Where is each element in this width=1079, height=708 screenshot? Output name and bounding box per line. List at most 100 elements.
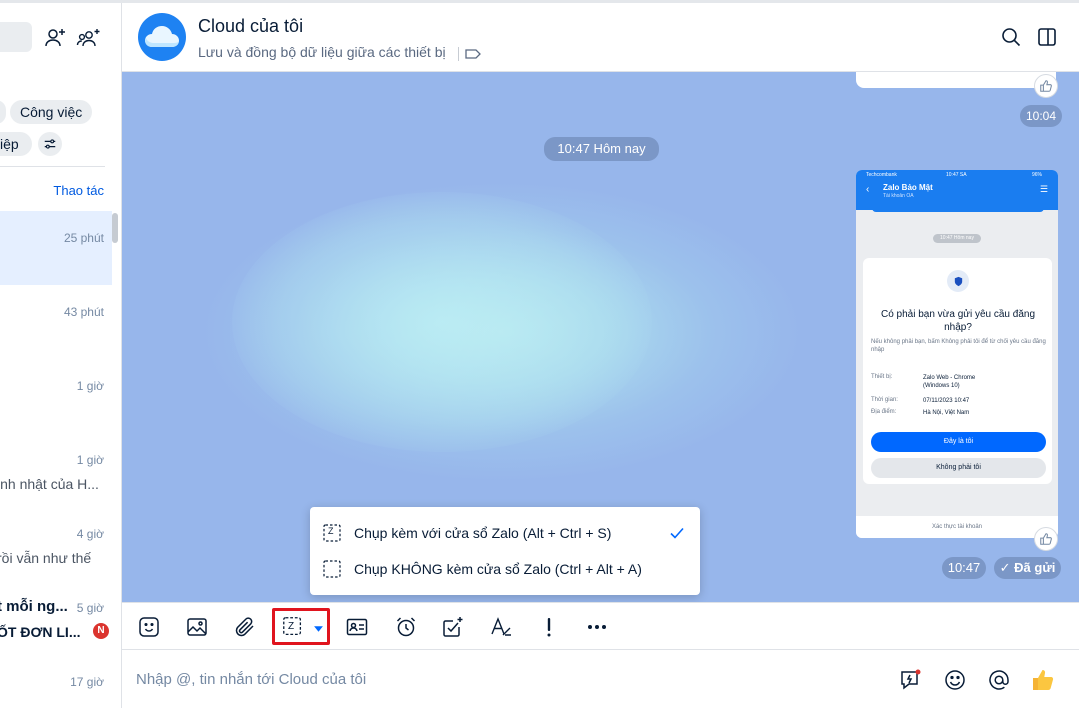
- conversation-time: 4 giờ: [76, 527, 104, 541]
- menu-item-capture-without-window[interactable]: Chụp KHÔNG kèm cửa sổ Zalo (Ctrl + Alt +…: [310, 551, 700, 587]
- screenshot-button-highlighted[interactable]: Z: [272, 608, 330, 645]
- phone-header: Techcombank 10:47 SA 96% ‹ Zalo Bảo Mật …: [856, 170, 1058, 210]
- tag-icon: [465, 49, 481, 59]
- send-contact-card-button[interactable]: [344, 614, 370, 640]
- conversation-item[interactable]: 17 giờ: [0, 655, 112, 708]
- zalo-z-icon: Z: [288, 621, 295, 632]
- phone-device-value: Zalo Web - Chrome (Windows 10): [923, 375, 976, 389]
- check-icon: ✓: [999, 560, 1015, 575]
- screenshot-region-icon: [323, 560, 341, 578]
- conversation-preview: inh nhật của H...: [0, 476, 99, 492]
- phone-time-value: 07/11/2023 10:47: [923, 398, 970, 404]
- toggle-info-panel-button[interactable]: [1035, 25, 1059, 49]
- menu-item-label: Chụp KHÔNG kèm cửa sổ Zalo (Ctrl + Alt +…: [354, 561, 642, 577]
- conversation-time: 5 giờ: [76, 601, 104, 615]
- check-icon: [670, 527, 684, 539]
- at-sign-icon: [989, 670, 1009, 690]
- conversation-time: 1 giờ: [76, 453, 104, 467]
- conversation-time: 17 giờ: [70, 675, 104, 689]
- thumbs-up-icon: [1040, 533, 1052, 545]
- message-input[interactable]: [136, 664, 876, 694]
- filter-chip-partial[interactable]: [0, 100, 6, 124]
- filter-settings-button[interactable]: [38, 132, 62, 156]
- conversation-item[interactable]: 43 phút: [0, 285, 112, 359]
- avatar[interactable]: [138, 13, 186, 61]
- attach-file-button[interactable]: [232, 614, 258, 640]
- add-group-icon: [76, 29, 100, 47]
- phone-clock: 10:47 SA: [946, 172, 967, 178]
- conversation-item[interactable]: 1 giờ: [0, 359, 112, 433]
- search-icon: [1002, 28, 1021, 47]
- subtitle-divider: [458, 47, 459, 61]
- sent-status-label: Đã gửi: [1014, 560, 1056, 575]
- conversation-preview: ỐT ĐƠN LI...: [0, 624, 81, 640]
- create-group-button[interactable]: [76, 25, 102, 51]
- screenshot-options-menu: Z Chụp kèm với cửa sổ Zalo (Alt + Ctrl +…: [310, 507, 700, 595]
- page-title: Cloud của tôi: [198, 16, 304, 36]
- message-composer: [122, 650, 1079, 708]
- urgent-message-button[interactable]: [536, 614, 562, 640]
- thumbs-up-icon: [1033, 670, 1054, 690]
- conversation-time: 1 giờ: [76, 379, 104, 393]
- conversation-name: t mỗi ng...: [0, 598, 68, 615]
- search-input[interactable]: [0, 22, 32, 52]
- reaction-button[interactable]: [1034, 527, 1058, 551]
- attachment-icon: [235, 617, 254, 637]
- shield-icon: [947, 270, 969, 292]
- phone-footer: Xác thực tài khoản: [856, 516, 1058, 538]
- page-subtitle: Lưu và đồng bộ dữ liệu giữa các thiết bị: [198, 44, 446, 60]
- sidebar-divider: [0, 166, 105, 167]
- message-time: 10:47: [942, 557, 986, 579]
- menu-item-capture-with-window[interactable]: Z Chụp kèm với cửa sổ Zalo (Alt + Ctrl +…: [310, 515, 700, 551]
- emoji-button[interactable]: [942, 667, 968, 693]
- more-options-button[interactable]: [584, 614, 610, 640]
- phone-menu-icon: ☰: [1039, 184, 1048, 194]
- image-icon: [187, 618, 207, 636]
- phone-date-pill: 10:47 Hôm nay: [933, 234, 981, 243]
- filter-chip-business[interactable]: iệp: [0, 132, 32, 156]
- conversation-time: 25 phút: [63, 231, 104, 245]
- conversation-item[interactable]: 5 giờ: [0, 581, 112, 655]
- sticker-icon: [139, 617, 159, 637]
- phone-time-label: Thời gian:: [871, 397, 898, 403]
- cloud-icon: [145, 26, 179, 47]
- add-friend-icon: [45, 29, 65, 47]
- previous-message-bubble[interactable]: [856, 72, 1056, 88]
- phone-carrier: Techcombank: [866, 172, 897, 178]
- composer-toolbar: Z: [122, 602, 1079, 650]
- mention-button[interactable]: [986, 667, 1012, 693]
- quick-message-icon: [901, 669, 921, 690]
- send-like-button[interactable]: [1030, 667, 1056, 693]
- phone-place-label: Địa điểm:: [871, 409, 897, 415]
- chat-header: Cloud của tôi Lưu và đồng bộ dữ liệu giữ…: [122, 3, 1079, 72]
- filter-chip-work[interactable]: Công việc: [10, 100, 93, 124]
- actions-link[interactable]: Thao tác: [53, 183, 104, 198]
- menu-item-label: Chụp kèm với cửa sổ Zalo (Alt + Ctrl + S…: [354, 525, 612, 541]
- cloud-background-decoration: [232, 192, 652, 452]
- assign-task-button[interactable]: [440, 614, 466, 640]
- reminder-button[interactable]: [393, 614, 419, 640]
- phone-device-label: Thiết bị:: [871, 374, 893, 380]
- image-message[interactable]: Techcombank 10:47 SA 96% ‹ Zalo Bảo Mật …: [856, 170, 1058, 538]
- search-button[interactable]: [999, 25, 1023, 49]
- chevron-down-icon[interactable]: [313, 623, 324, 634]
- quick-message-button[interactable]: [898, 667, 924, 693]
- conversation-item[interactable]: 1 giờ: [0, 433, 112, 507]
- add-friend-button[interactable]: [42, 25, 68, 51]
- sticker-button[interactable]: [136, 614, 162, 640]
- image-button[interactable]: [184, 614, 210, 640]
- conversation-item[interactable]: 4 giờ: [0, 507, 112, 581]
- sidebar-scrollbar[interactable]: [112, 213, 118, 243]
- tag-button[interactable]: [464, 45, 482, 63]
- phone-place-value: Hà Nội, Việt Nam: [923, 410, 970, 416]
- message-time: 10:04: [1020, 105, 1062, 127]
- phone-battery: 96%: [1032, 172, 1043, 178]
- phone-contact-name: Zalo Bảo Mật: [883, 183, 933, 192]
- conversation-item[interactable]: 25 phút: [0, 211, 112, 285]
- text-format-button[interactable]: [488, 614, 514, 640]
- reaction-button[interactable]: [1034, 74, 1058, 98]
- phone-deny-button: Không phải tôi: [871, 458, 1046, 478]
- task-check-icon: [443, 617, 463, 637]
- sliders-icon: [44, 139, 56, 149]
- phone-back-icon: ‹: [866, 184, 870, 195]
